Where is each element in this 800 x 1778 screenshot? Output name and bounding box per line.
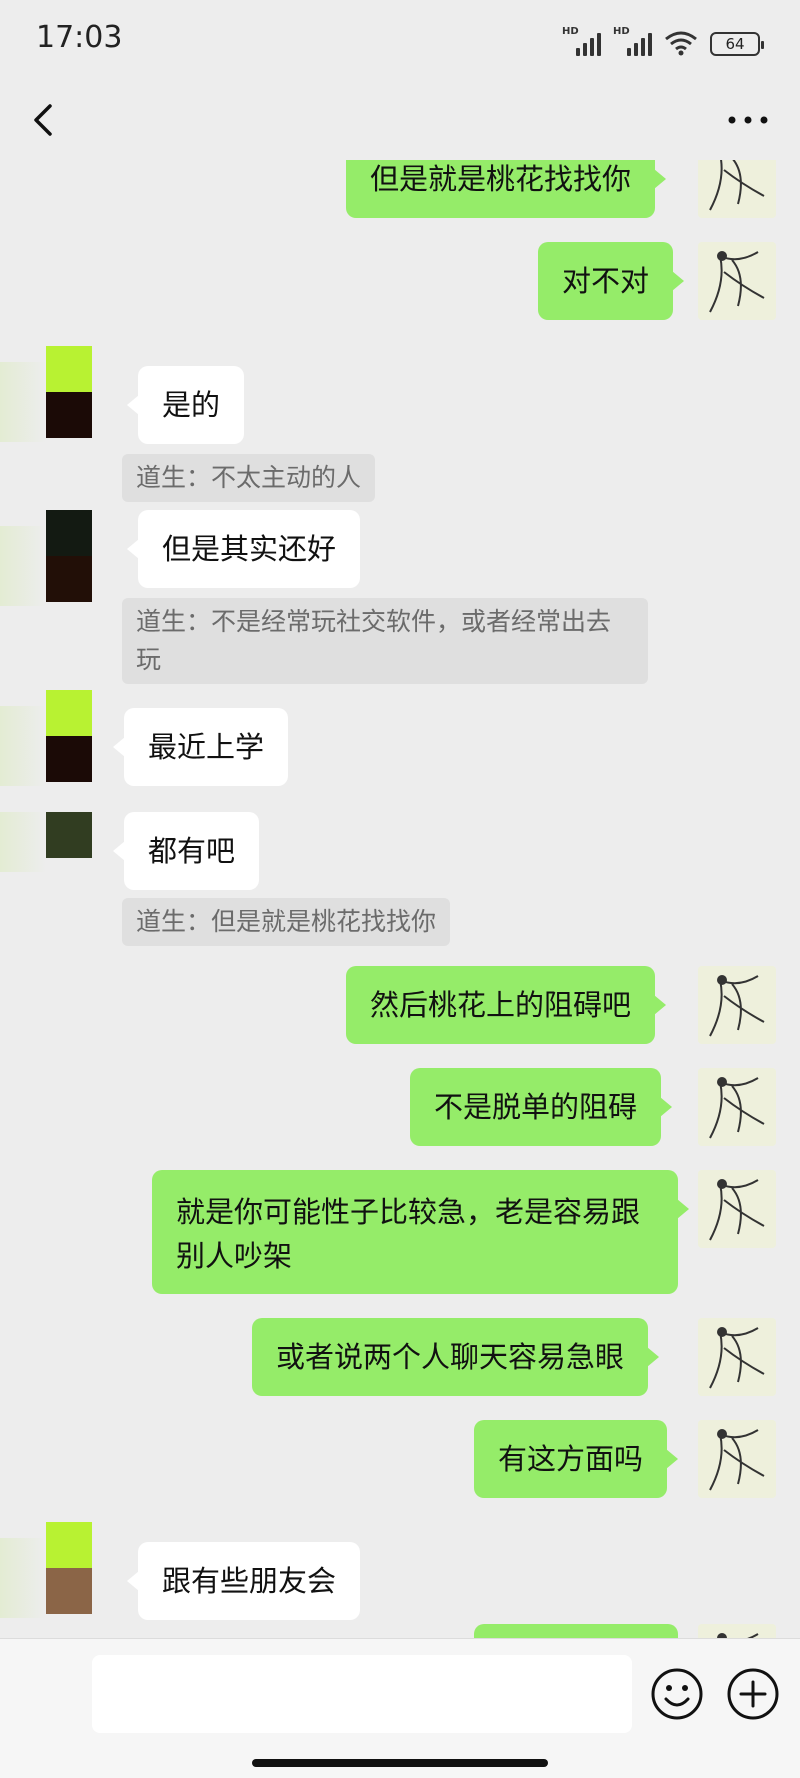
my-avatar[interactable] [698,966,776,1044]
contact-avatar[interactable] [46,812,92,858]
ink-figure-avatar-icon [698,1624,776,1638]
plus-button[interactable] [726,1667,780,1721]
home-indicator [252,1759,548,1767]
network-type-label: HD [613,26,630,37]
quoted-reply[interactable]: 道生：不太主动的人 [122,454,376,502]
my-avatar[interactable] [698,1170,776,1248]
message-bubble-mine[interactable]: 然后桃花上的阻碍吧 [346,966,667,1044]
ink-figure-avatar-icon [698,1318,776,1396]
my-avatar[interactable] [698,160,776,218]
message-bubble-mine[interactable] [474,1624,678,1638]
message-list[interactable]: 但是就是桃花找找你 对不对 是的 道生：不太主动的人 但是其实还好 道生：不是经… [0,160,800,1638]
battery-level: 64 [725,35,745,53]
my-avatar[interactable] [698,242,776,320]
message-bubble-theirs[interactable]: 跟有些朋友会 [126,1542,361,1620]
contact-avatar[interactable] [46,690,92,782]
ink-figure-avatar-icon [698,1068,776,1146]
status-icons: HD HD 64 [562,24,764,56]
message-bubble-mine[interactable]: 就是你可能性子比较急，老是容易跟别人吵架 [152,1170,689,1294]
back-button[interactable] [24,98,64,142]
quoted-reply[interactable]: 道生：但是就是桃花找找你 [122,898,451,946]
message-bubble-mine[interactable]: 不是脱单的阻碍 [410,1068,673,1146]
ink-figure-avatar-icon [698,160,776,218]
contact-avatar[interactable] [46,510,92,602]
message-bubble-mine[interactable]: 对不对 [538,242,685,320]
status-bar: 17:03 HD HD 64 [0,0,800,80]
cellular-signal-icon: HD [613,26,652,56]
message-bubble-mine[interactable]: 但是就是桃花找找你 [346,160,667,218]
emoji-button[interactable] [650,1667,704,1721]
ink-figure-avatar-icon [698,966,776,1044]
ink-figure-avatar-icon [698,1170,776,1248]
message-bubble-theirs[interactable]: 都有吧 [112,812,260,890]
more-options-button[interactable] [726,108,770,132]
message-bubble-mine[interactable]: 或者说两个人聊天容易急眼 [252,1318,660,1396]
cellular-signal-icon: HD [562,26,601,56]
quoted-reply[interactable]: 道生：不是经常玩社交软件，或者经常出去玩 [122,598,648,684]
message-bubble-theirs[interactable]: 是的 [126,366,245,444]
message-bubble-theirs[interactable]: 最近上学 [112,708,289,786]
network-type-label: HD [562,26,579,37]
input-bar [0,1638,800,1778]
battery-icon: 64 [710,32,764,56]
contact-avatar[interactable] [46,346,92,438]
message-bubble-theirs[interactable]: 但是其实还好 [126,510,361,588]
contact-avatar[interactable] [46,1522,92,1614]
chat-header [0,80,800,160]
message-bubble-mine[interactable]: 有这方面吗 [474,1420,679,1498]
my-avatar[interactable] [698,1420,776,1498]
my-avatar[interactable] [698,1068,776,1146]
wifi-icon [665,31,697,56]
ink-figure-avatar-icon [698,1420,776,1498]
my-avatar[interactable] [698,1624,776,1638]
message-input[interactable] [92,1655,632,1733]
status-time: 17:03 [36,20,123,55]
my-avatar[interactable] [698,1318,776,1396]
ink-figure-avatar-icon [698,242,776,320]
